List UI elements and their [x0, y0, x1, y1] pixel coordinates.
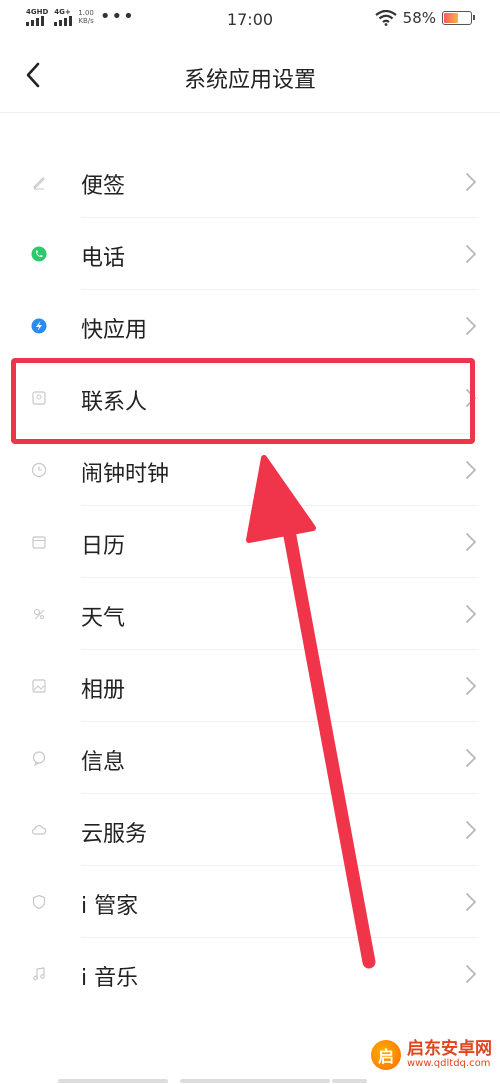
watermark-name: 启东安卓网	[407, 1038, 492, 1059]
contacts-icon	[32, 391, 46, 405]
item-label: i 音乐	[81, 966, 139, 991]
item-label: 电话	[81, 246, 126, 271]
list-item-cloud-service[interactable]: 云服务	[0, 794, 500, 866]
list-item-i-music[interactable]: i 音乐	[0, 938, 500, 1010]
wifi-icon	[374, 10, 397, 26]
clock-icon	[31, 462, 47, 478]
item-label: 日历	[81, 534, 126, 559]
status-bar: 4GHD 4G+ 1.00 KB/s ••• 17:00 58%	[0, 0, 500, 40]
battery-fill	[444, 13, 459, 23]
watermark-url: www.qdltdq.com	[407, 1057, 491, 1069]
notes-icon	[33, 177, 45, 190]
cloud-icon	[31, 825, 47, 835]
list-item-clock[interactable]: 闹钟时钟	[0, 434, 500, 506]
chevron-right-icon	[466, 821, 476, 839]
list-item-gallery[interactable]: 相册	[0, 650, 500, 722]
chevron-right-icon	[466, 245, 476, 263]
list-item-phone[interactable]: 电话	[0, 218, 500, 290]
chevron-right-icon	[466, 173, 476, 191]
chevron-right-icon	[466, 893, 476, 911]
list-item-notes[interactable]: 便签	[0, 146, 500, 218]
quick-app-icon	[31, 318, 47, 334]
watermark: 启 启东安卓网 www.qdltdq.com	[371, 1040, 492, 1070]
calendar-icon	[32, 536, 46, 549]
page-title: 系统应用设置	[183, 68, 316, 93]
phone-icon	[31, 246, 47, 262]
chevron-right-icon	[466, 677, 476, 695]
list-item-weather[interactable]: 天气	[0, 578, 500, 650]
list-item-calendar[interactable]: 日历	[0, 506, 500, 578]
chevron-right-icon	[466, 605, 476, 623]
list-item-contacts[interactable]: 联系人	[0, 362, 500, 434]
item-label: 快应用	[81, 318, 148, 343]
chevron-right-icon	[466, 965, 476, 983]
item-label: i 管家	[81, 894, 139, 919]
list-item-i-manager[interactable]: i 管家	[0, 866, 500, 938]
list-item-quick-app[interactable]: 快应用	[0, 290, 500, 362]
item-label: 天气	[81, 606, 126, 631]
battery-icon	[442, 11, 475, 25]
weather-icon	[33, 608, 45, 620]
item-label: 闹钟时钟	[81, 462, 170, 487]
watermark-text: 启东安卓网 www.qdltdq.com	[407, 1038, 492, 1069]
item-label: 联系人	[81, 390, 148, 415]
item-label: 信息	[81, 750, 126, 775]
bottom-indicator	[58, 1079, 498, 1084]
status-right: 58%	[374, 9, 475, 27]
gallery-icon	[32, 679, 46, 693]
battery-percent: 58%	[402, 9, 436, 27]
shield-icon	[32, 894, 46, 910]
app-header: 系统应用设置	[0, 40, 500, 113]
settings-list: 便签 电话 快应用 联系人 闹钟时钟 日历 天气 相册 信息 云服务 i 管家 …	[0, 146, 500, 1010]
messages-icon	[32, 751, 46, 766]
watermark-logo-icon: 启	[371, 1040, 401, 1070]
list-item-messages[interactable]: 信息	[0, 722, 500, 794]
item-label: 相册	[81, 678, 126, 703]
item-label: 云服务	[81, 822, 148, 847]
chevron-right-icon	[466, 389, 476, 407]
chevron-right-icon	[466, 461, 476, 479]
chevron-right-icon	[466, 533, 476, 551]
chevron-right-icon	[466, 317, 476, 335]
chevron-right-icon	[466, 749, 476, 767]
music-icon	[33, 967, 45, 981]
item-label: 便签	[81, 174, 126, 199]
